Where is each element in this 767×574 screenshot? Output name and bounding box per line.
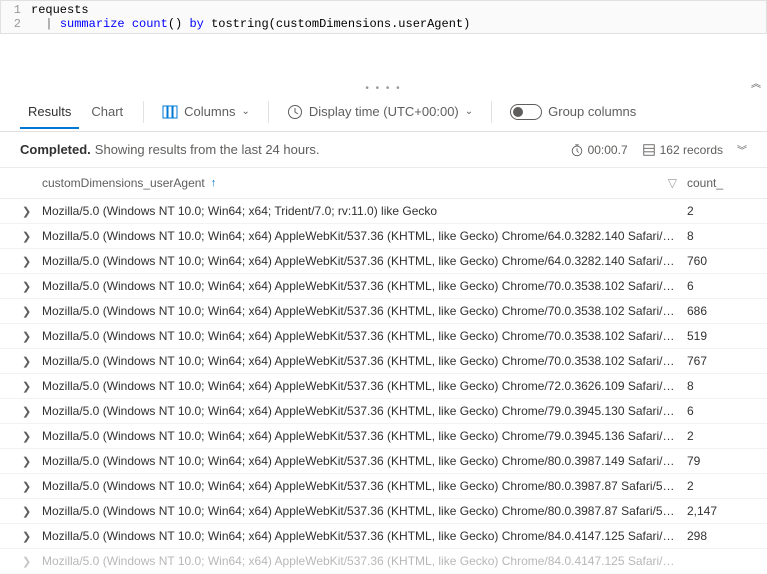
cell-useragent: Mozilla/5.0 (Windows NT 10.0; Win64; x64… [42, 479, 687, 493]
expand-down-icon[interactable]: ︾ [737, 142, 747, 157]
line-number: 2 [1, 17, 31, 31]
table-row[interactable]: ❯Mozilla/5.0 (Windows NT 10.0; Win64; x6… [0, 324, 767, 349]
chevron-down-icon: ⌄ [241, 106, 249, 117]
status-completed: Completed. [20, 142, 91, 157]
column-header-count[interactable]: count_ [687, 176, 747, 190]
divider [268, 101, 269, 123]
table-row[interactable]: ❯Mozilla/5.0 (Windows NT 10.0; Win64; x6… [0, 449, 767, 474]
clock-icon [287, 104, 303, 120]
cell-count: 686 [687, 304, 747, 318]
cell-count: 519 [687, 329, 747, 343]
group-columns-label: Group columns [548, 104, 636, 119]
cell-useragent: Mozilla/5.0 (Windows NT 10.0; Win64; x64… [42, 554, 687, 568]
tab-chart[interactable]: Chart [83, 94, 131, 129]
cell-useragent: Mozilla/5.0 (Windows NT 10.0; Win64; x64… [42, 529, 687, 543]
cell-useragent: Mozilla/5.0 (Windows NT 10.0; Win64; x64… [42, 279, 687, 293]
divider [143, 101, 144, 123]
cell-useragent: Mozilla/5.0 (Windows NT 10.0; Win64; x64… [42, 204, 687, 218]
cell-count: 2 [687, 429, 747, 443]
table-row[interactable]: ❯Mozilla/5.0 (Windows NT 10.0; Win64; x6… [0, 474, 767, 499]
table-row[interactable]: ❯Mozilla/5.0 (Windows NT 10.0; Win64; x6… [0, 499, 767, 524]
expand-row-icon[interactable]: ❯ [22, 405, 42, 418]
table-row[interactable]: ❯Mozilla/5.0 (Windows NT 10.0; Win64; x6… [0, 299, 767, 324]
column-header-useragent[interactable]: customDimensions_userAgent ↑ [42, 176, 668, 190]
expand-row-icon[interactable]: ❯ [22, 305, 42, 318]
cell-count: 6 [687, 279, 747, 293]
status-bar: Completed. Showing results from the last… [0, 132, 767, 167]
cell-useragent: Mozilla/5.0 (Windows NT 10.0; Win64; x64… [42, 329, 687, 343]
table-row[interactable]: ❯Mozilla/5.0 (Windows NT 10.0; Win64; x6… [0, 349, 767, 374]
collapse-up-icon[interactable]: ︽ [751, 75, 761, 90]
cell-useragent: Mozilla/5.0 (Windows NT 10.0; Win64; x64… [42, 404, 687, 418]
table-row[interactable]: ❯ Mozilla/5.0 (Windows NT 10.0; Win64; x… [0, 549, 767, 574]
cell-count: 6 [687, 404, 747, 418]
tab-results[interactable]: Results [20, 94, 79, 129]
expand-row-icon[interactable]: ❯ [22, 455, 42, 468]
cell-useragent: Mozilla/5.0 (Windows NT 10.0; Win64; x64… [42, 504, 687, 518]
elapsed-time: 00:00.7 [570, 143, 628, 157]
records-icon [642, 143, 656, 157]
line-number: 1 [1, 3, 31, 17]
table-row[interactable]: ❯Mozilla/5.0 (Windows NT 10.0; Win64; x6… [0, 399, 767, 424]
expand-row-icon[interactable]: ❯ [22, 430, 42, 443]
expand-row-icon[interactable]: ❯ [22, 230, 42, 243]
expand-row-icon[interactable]: ❯ [22, 380, 42, 393]
divider [491, 101, 492, 123]
query-editor[interactable]: 1 requests 2 | summarize count() by tost… [0, 0, 767, 34]
table-row[interactable]: ❯Mozilla/5.0 (Windows NT 10.0; Win64; x6… [0, 424, 767, 449]
display-time-button[interactable]: Display time (UTC+00:00) ⌄ [281, 100, 479, 124]
expand-row-icon[interactable]: ❯ [22, 255, 42, 268]
query-line: 2 | summarize count() by tostring(custom… [1, 17, 766, 31]
query-line: 1 requests [1, 3, 766, 17]
expand-row-icon[interactable]: ❯ [22, 555, 42, 568]
status-subtitle: Showing results from the last 24 hours. [95, 142, 320, 157]
cell-useragent: Mozilla/5.0 (Windows NT 10.0; Win64; x64… [42, 429, 687, 443]
cell-count: 8 [687, 379, 747, 393]
filter-icon[interactable]: ▽ [668, 176, 677, 190]
cell-count: 760 [687, 254, 747, 268]
expand-row-icon[interactable]: ❯ [22, 530, 42, 543]
query-code: requests [31, 3, 89, 17]
record-count: 162 records [642, 143, 723, 157]
cell-useragent: Mozilla/5.0 (Windows NT 10.0; Win64; x64… [42, 454, 687, 468]
group-columns-toggle[interactable]: Group columns [504, 100, 642, 124]
table-row[interactable]: ❯Mozilla/5.0 (Windows NT 10.0; Win64; x6… [0, 274, 767, 299]
table-row[interactable]: ❯Mozilla/5.0 (Windows NT 10.0; Win64; x6… [0, 224, 767, 249]
chevron-down-icon: ⌄ [465, 106, 473, 117]
results-toolbar: Results Chart Columns ⌄ Display time (UT… [0, 92, 767, 132]
cell-useragent: Mozilla/5.0 (Windows NT 10.0; Win64; x64… [42, 379, 687, 393]
expand-row-icon[interactable]: ❯ [22, 205, 42, 218]
table-row[interactable]: ❯Mozilla/5.0 (Windows NT 10.0; Win64; x6… [0, 199, 767, 224]
expand-row-icon[interactable]: ❯ [22, 280, 42, 293]
resize-handle-icon[interactable]: • • • • [365, 83, 401, 94]
expand-row-icon[interactable]: ❯ [22, 355, 42, 368]
table-row[interactable]: ❯Mozilla/5.0 (Windows NT 10.0; Win64; x6… [0, 249, 767, 274]
display-time-label: Display time (UTC+00:00) [309, 104, 459, 119]
cell-count: 79 [687, 454, 747, 468]
columns-label: Columns [184, 104, 235, 119]
query-spacer: • • • • ︽ [0, 34, 767, 92]
table-body: ❯Mozilla/5.0 (Windows NT 10.0; Win64; x6… [0, 199, 767, 549]
toggle-off-icon[interactable] [510, 104, 542, 120]
table-row[interactable]: ❯Mozilla/5.0 (Windows NT 10.0; Win64; x6… [0, 374, 767, 399]
cell-useragent: Mozilla/5.0 (Windows NT 10.0; Win64; x64… [42, 229, 687, 243]
stopwatch-icon [570, 143, 584, 157]
cell-count: 2 [687, 204, 747, 218]
cell-useragent: Mozilla/5.0 (Windows NT 10.0; Win64; x64… [42, 354, 687, 368]
cell-useragent: Mozilla/5.0 (Windows NT 10.0; Win64; x64… [42, 254, 687, 268]
cell-count: 8 [687, 229, 747, 243]
expand-row-icon[interactable]: ❯ [22, 330, 42, 343]
cell-count: 298 [687, 529, 747, 543]
expand-row-icon[interactable]: ❯ [22, 505, 42, 518]
cell-count: 2,147 [687, 504, 747, 518]
table-header-row: customDimensions_userAgent ↑ ▽ count_ [0, 167, 767, 199]
cell-count: 767 [687, 354, 747, 368]
columns-icon [162, 104, 178, 120]
cell-useragent: Mozilla/5.0 (Windows NT 10.0; Win64; x64… [42, 304, 687, 318]
expand-row-icon[interactable]: ❯ [22, 480, 42, 493]
query-code: | summarize count() by tostring(customDi… [31, 17, 470, 31]
cell-count: 2 [687, 479, 747, 493]
sort-asc-icon: ↑ [211, 177, 217, 189]
columns-button[interactable]: Columns ⌄ [156, 100, 256, 124]
